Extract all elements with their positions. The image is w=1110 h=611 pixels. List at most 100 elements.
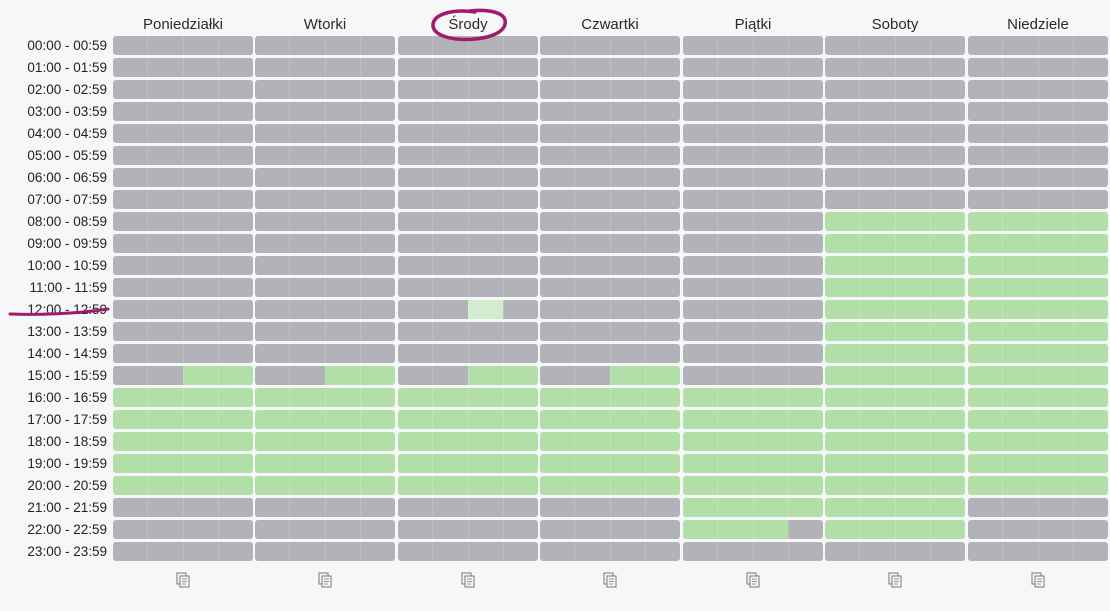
schedule-segment[interactable] <box>752 300 788 319</box>
schedule-segment[interactable] <box>502 234 538 253</box>
schedule-segment[interactable] <box>644 190 680 209</box>
schedule-cell[interactable] <box>540 498 680 517</box>
schedule-segment[interactable] <box>644 234 680 253</box>
schedule-segment[interactable] <box>609 278 645 297</box>
schedule-segment[interactable] <box>859 124 895 143</box>
schedule-segment[interactable] <box>359 58 395 77</box>
schedule-segment[interactable] <box>540 168 575 187</box>
schedule-segment[interactable] <box>968 542 1003 561</box>
schedule-segment[interactable] <box>467 256 503 275</box>
schedule-segment[interactable] <box>683 520 718 539</box>
schedule-segment[interactable] <box>1037 388 1073 407</box>
schedule-cell[interactable] <box>825 410 965 429</box>
schedule-cell[interactable] <box>825 146 965 165</box>
schedule-cell[interactable] <box>113 102 253 121</box>
schedule-segment[interactable] <box>859 168 895 187</box>
schedule-segment[interactable] <box>289 146 325 165</box>
schedule-segment[interactable] <box>1072 190 1108 209</box>
schedule-segment[interactable] <box>752 124 788 143</box>
schedule-segment[interactable] <box>968 168 1003 187</box>
schedule-cell[interactable] <box>825 80 965 99</box>
schedule-segment[interactable] <box>609 476 645 495</box>
schedule-segment[interactable] <box>540 388 575 407</box>
schedule-segment[interactable] <box>289 36 325 55</box>
schedule-segment[interactable] <box>1072 256 1108 275</box>
schedule-segment[interactable] <box>467 388 503 407</box>
schedule-segment[interactable] <box>717 58 753 77</box>
schedule-segment[interactable] <box>502 212 538 231</box>
schedule-segment[interactable] <box>929 124 965 143</box>
schedule-segment[interactable] <box>859 410 895 429</box>
schedule-segment[interactable] <box>609 234 645 253</box>
schedule-segment[interactable] <box>752 102 788 121</box>
schedule-segment[interactable] <box>859 102 895 121</box>
schedule-cell[interactable] <box>968 168 1108 187</box>
schedule-cell[interactable] <box>255 80 395 99</box>
schedule-segment[interactable] <box>717 36 753 55</box>
schedule-segment[interactable] <box>787 168 823 187</box>
schedule-segment[interactable] <box>609 432 645 451</box>
schedule-segment[interactable] <box>968 498 1003 517</box>
schedule-segment[interactable] <box>255 58 290 77</box>
schedule-segment[interactable] <box>113 322 148 341</box>
schedule-segment[interactable] <box>683 168 718 187</box>
schedule-segment[interactable] <box>825 146 860 165</box>
schedule-segment[interactable] <box>752 58 788 77</box>
schedule-segment[interactable] <box>217 476 253 495</box>
schedule-segment[interactable] <box>289 234 325 253</box>
schedule-segment[interactable] <box>540 36 575 55</box>
schedule-segment[interactable] <box>929 366 965 385</box>
schedule-segment[interactable] <box>683 498 718 517</box>
schedule-cell[interactable] <box>540 520 680 539</box>
schedule-segment[interactable] <box>1002 58 1038 77</box>
schedule-segment[interactable] <box>644 58 680 77</box>
schedule-cell[interactable] <box>968 476 1108 495</box>
schedule-segment[interactable] <box>752 476 788 495</box>
schedule-segment[interactable] <box>540 146 575 165</box>
schedule-segment[interactable] <box>540 212 575 231</box>
schedule-cell[interactable] <box>113 520 253 539</box>
schedule-segment[interactable] <box>929 190 965 209</box>
schedule-segment[interactable] <box>609 498 645 517</box>
schedule-segment[interactable] <box>502 80 538 99</box>
schedule-segment[interactable] <box>683 256 718 275</box>
schedule-cell[interactable] <box>255 454 395 473</box>
schedule-segment[interactable] <box>113 432 148 451</box>
schedule-segment[interactable] <box>574 388 610 407</box>
schedule-segment[interactable] <box>467 344 503 363</box>
schedule-segment[interactable] <box>825 278 860 297</box>
schedule-segment[interactable] <box>859 256 895 275</box>
schedule-segment[interactable] <box>113 80 148 99</box>
schedule-cell[interactable] <box>683 432 823 451</box>
schedule-segment[interactable] <box>894 80 930 99</box>
schedule-segment[interactable] <box>540 520 575 539</box>
schedule-segment[interactable] <box>255 146 290 165</box>
schedule-segment[interactable] <box>644 124 680 143</box>
schedule-segment[interactable] <box>825 366 860 385</box>
schedule-cell[interactable] <box>683 410 823 429</box>
schedule-segment[interactable] <box>540 432 575 451</box>
schedule-segment[interactable] <box>113 476 148 495</box>
schedule-segment[interactable] <box>324 366 360 385</box>
schedule-segment[interactable] <box>683 212 718 231</box>
schedule-segment[interactable] <box>894 146 930 165</box>
schedule-segment[interactable] <box>859 300 895 319</box>
schedule-segment[interactable] <box>398 212 433 231</box>
schedule-segment[interactable] <box>359 366 395 385</box>
schedule-segment[interactable] <box>540 476 575 495</box>
schedule-segment[interactable] <box>255 300 290 319</box>
schedule-segment[interactable] <box>467 80 503 99</box>
schedule-segment[interactable] <box>182 256 218 275</box>
copy-icon[interactable] <box>744 571 762 589</box>
schedule-cell[interactable] <box>398 146 538 165</box>
schedule-segment[interactable] <box>929 256 965 275</box>
schedule-segment[interactable] <box>540 278 575 297</box>
schedule-segment[interactable] <box>1037 366 1073 385</box>
schedule-segment[interactable] <box>859 58 895 77</box>
schedule-segment[interactable] <box>752 410 788 429</box>
schedule-cell[interactable] <box>255 344 395 363</box>
schedule-segment[interactable] <box>359 212 395 231</box>
schedule-cell[interactable] <box>683 168 823 187</box>
schedule-segment[interactable] <box>324 300 360 319</box>
schedule-segment[interactable] <box>467 432 503 451</box>
